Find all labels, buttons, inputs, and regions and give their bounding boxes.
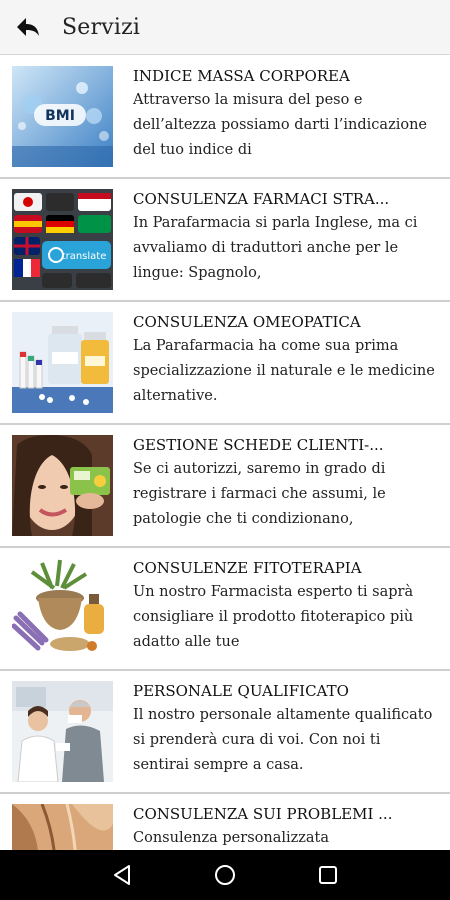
service-thumbnail-phytotherapy [12, 558, 113, 659]
service-thumbnail-bmi: BMI [12, 66, 113, 167]
service-description: Un nostro Farmacista esperto ti saprà co… [133, 584, 414, 650]
list-item[interactable]: CONSULENZA SUI PROBLEMI ... Consulenza p… [0, 794, 450, 850]
service-description: Consulenza personalizzata [133, 830, 330, 846]
service-title: CONSULENZA OMEOPATICA [133, 313, 361, 331]
service-thumbnail-translate: translate [12, 189, 113, 290]
svg-text:translate: translate [62, 251, 107, 262]
nav-home-button[interactable] [205, 855, 245, 895]
service-title: CONSULENZE FITOTERAPIA [133, 559, 362, 577]
service-title: CONSULENZA SUI PROBLEMI ... [133, 805, 393, 823]
arrow-back-icon [17, 18, 39, 36]
nav-back-icon [113, 865, 130, 885]
list-item[interactable]: PERSONALE QUALIFICATO Il nostro personal… [0, 671, 450, 794]
services-list[interactable]: BMI INDICE MASSA CORPOREA Attraverso la … [0, 56, 450, 850]
nav-home-icon [214, 865, 235, 885]
service-description: La Parafarmacia ha come sua prima specia… [133, 338, 435, 404]
app-bar: Servizi [0, 0, 450, 55]
service-description: Attraverso la misura del peso e dell’alt… [133, 92, 428, 158]
service-thumbnail-customer-card [12, 435, 113, 536]
list-item[interactable]: BMI INDICE MASSA CORPOREA Attraverso la … [0, 56, 450, 179]
system-nav-bar [0, 850, 450, 900]
nav-back-button[interactable] [102, 855, 142, 895]
service-title: CONSULENZA FARMACI STRA... [133, 190, 390, 208]
list-item[interactable]: CONSULENZA OMEOPATICA La Parafarmacia ha… [0, 302, 450, 425]
back-button[interactable] [6, 0, 50, 55]
nav-recents-button[interactable] [308, 855, 348, 895]
service-title: GESTIONE SCHEDE CLIENTI-... [133, 436, 384, 454]
service-title: INDICE MASSA CORPOREA [133, 67, 350, 85]
list-item[interactable]: translate CONSULENZA FARMACI STRA... In … [0, 179, 450, 302]
service-description: Se ci autorizzi, saremo in grado di regi… [133, 461, 386, 527]
service-description: Il nostro personale altamente qualificat… [133, 707, 433, 773]
page-title: Servizi [62, 14, 141, 40]
nav-recents-icon [319, 866, 338, 884]
list-item[interactable]: CONSULENZE FITOTERAPIA Un nostro Farmaci… [0, 548, 450, 671]
service-thumbnail-staff [12, 681, 113, 782]
service-thumbnail-hair [12, 804, 113, 850]
service-title: PERSONALE QUALIFICATO [133, 682, 349, 700]
service-description: In Parafarmacia si parla Inglese, ma ci … [133, 215, 418, 281]
service-thumbnail-homeopathy [12, 312, 113, 413]
list-item[interactable]: GESTIONE SCHEDE CLIENTI-... Se ci autori… [0, 425, 450, 548]
svg-text:BMI: BMI [45, 108, 75, 124]
